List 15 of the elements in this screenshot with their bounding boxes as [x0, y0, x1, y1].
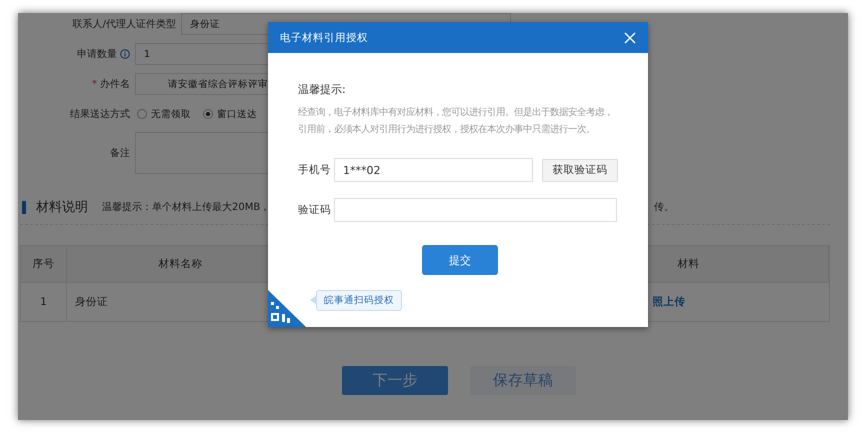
upload-hint: 温馨提示：单个材料上传最大20MB，	[102, 200, 270, 214]
field-label: 申请数量	[77, 47, 130, 61]
upload-hint: 传。	[654, 201, 674, 214]
section-title: 材料说明	[36, 199, 88, 216]
field-label: 备注	[110, 146, 130, 160]
field-label: 联系人/代理人证件类型	[72, 18, 176, 31]
notice-title: 温馨提示:	[298, 82, 347, 97]
dialog-title: 电子材料引用授权	[280, 30, 368, 44]
field-label: 结果送达方式	[70, 108, 130, 121]
field-label: 验证码	[298, 203, 328, 217]
field-label: * 办件名	[92, 78, 130, 91]
field-label: 手机号	[298, 163, 328, 177]
qr-tooltip: 皖事通扫码授权	[316, 290, 402, 311]
table-cell: 1	[21, 283, 67, 321]
notice-text: 经查询，电子材料库中有对应材料，您可以进行引用。但是出于数据安全考虑， 引用前，必须本人对引用行为进行授权，授权在本次办事中只需进行一次。	[298, 106, 614, 137]
